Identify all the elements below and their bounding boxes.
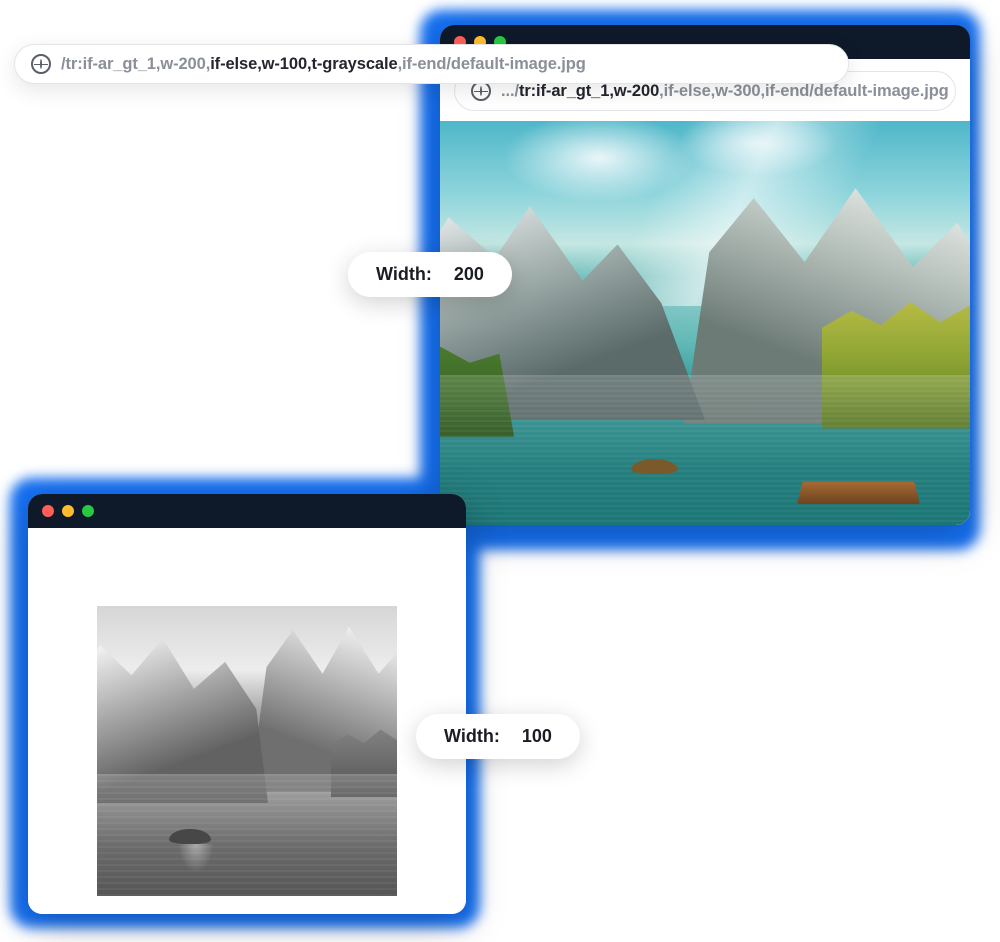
url-segment-bold: tr:if-ar_gt_1,w-200 — [519, 82, 659, 100]
urlbar-wrap — [28, 528, 466, 594]
boat-wake — [175, 844, 217, 885]
lake-image-color — [440, 121, 970, 525]
url-text: .../tr:if-ar_gt_1,w-200,if-else,w-300,if… — [501, 82, 949, 101]
url-segment-bold: if-else,w-100,t-grayscale — [210, 55, 397, 73]
width-label: Width: — [444, 726, 500, 747]
close-icon[interactable] — [42, 505, 54, 517]
globe-icon — [31, 54, 51, 74]
viewport — [440, 121, 970, 525]
water-reflection — [97, 774, 397, 896]
width-badge-bottom: Width: 100 — [416, 714, 580, 759]
url-segment-path: /default-image.jpg — [446, 55, 585, 73]
url-prefix: /tr:if-ar_gt_1,w-200, — [61, 55, 210, 73]
url-segment-path: /default-image.jpg — [809, 82, 948, 100]
url-segment-dim: ,if-else,w-300,if-end — [659, 82, 809, 100]
viewport — [28, 594, 466, 914]
width-badge-top: Width: 200 — [348, 252, 512, 297]
url-text: /tr:if-ar_gt_1,w-200,if-else,w-100,t-gra… — [61, 55, 586, 74]
boat — [169, 829, 211, 844]
globe-icon — [471, 81, 491, 101]
maximize-icon[interactable] — [82, 505, 94, 517]
url-bar[interactable]: /tr:if-ar_gt_1,w-200,if-else,w-100,t-gra… — [14, 44, 849, 84]
minimize-icon[interactable] — [62, 505, 74, 517]
lake-image-grayscale — [97, 606, 397, 896]
titlebar — [28, 494, 466, 528]
url-segment-dim: ,if-end — [398, 55, 447, 73]
url-prefix: .../ — [501, 82, 519, 100]
browser-window-bottom — [28, 494, 466, 914]
width-value: 200 — [454, 264, 484, 285]
browser-window-top: .../tr:if-ar_gt_1,w-200,if-else,w-300,if… — [440, 25, 970, 525]
width-label: Width: — [376, 264, 432, 285]
boat — [631, 459, 679, 473]
width-value: 100 — [522, 726, 552, 747]
dock — [798, 482, 920, 504]
